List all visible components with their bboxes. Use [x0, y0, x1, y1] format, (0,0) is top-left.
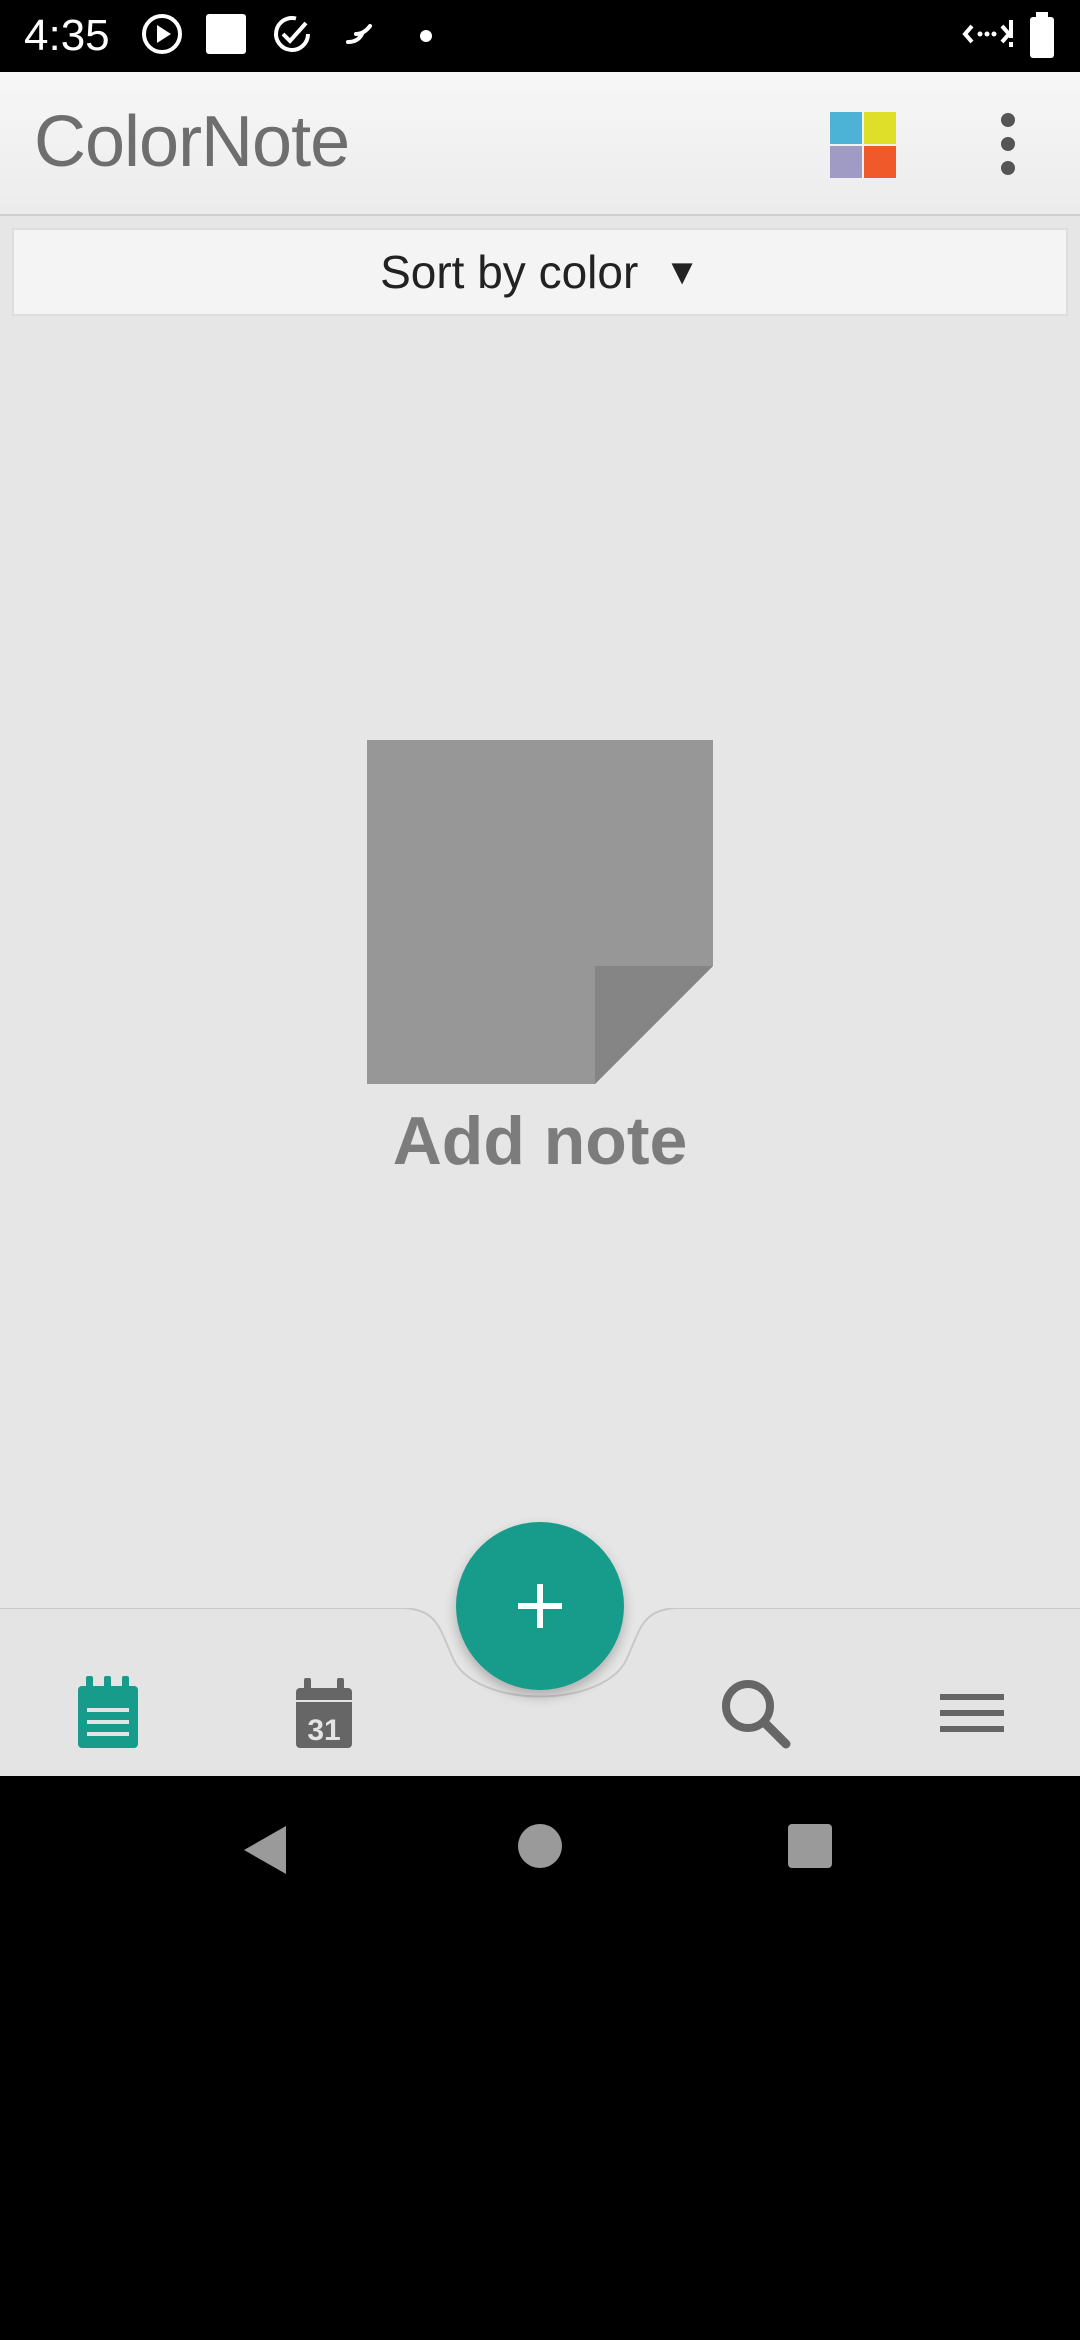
color-grid-icon — [830, 112, 896, 178]
logo-text: ColorNote — [34, 102, 349, 182]
search-tab[interactable] — [708, 1664, 804, 1760]
battery-icon — [1030, 12, 1054, 58]
status-time: 4:35 — [24, 11, 110, 60]
dropdown-arrow-icon: ▼ — [664, 251, 700, 292]
add-note-label: Add note — [392, 1103, 688, 1179]
menu-tab[interactable] — [924, 1664, 1020, 1760]
add-note-fab[interactable] — [456, 1522, 624, 1690]
check-circle-icon — [274, 16, 310, 52]
dot-icon — [420, 30, 432, 42]
home-icon[interactable] — [516, 1822, 564, 1870]
blank-note-icon — [367, 740, 713, 1084]
recents-icon[interactable] — [786, 1822, 834, 1870]
data-saver-icon — [962, 20, 1013, 47]
colornote-logo-image: ColorNote — [34, 102, 350, 182]
notes-tab[interactable] — [60, 1664, 156, 1760]
play-circle-icon — [142, 14, 182, 54]
sort-dropdown[interactable]: Sort by color ▼ — [12, 228, 1068, 316]
search-icon — [722, 1680, 791, 1749]
more-vert-icon — [1001, 113, 1015, 175]
color-filter-button[interactable] — [830, 112, 898, 180]
sort-label: Sort by color — [380, 246, 639, 298]
system-navigation-bar — [0, 1776, 1080, 1920]
colornote-logo: ColorNote — [34, 102, 404, 182]
back-icon[interactable] — [240, 1822, 290, 1878]
calendar-day: 31 — [307, 1714, 340, 1747]
calendar-icon: 31 — [296, 1678, 352, 1748]
add-note-button[interactable] — [367, 740, 713, 1084]
wind-icon — [346, 24, 372, 44]
app-screen: ColorNote Sort by color ▼ Add note 31 — [0, 72, 1080, 1776]
notes-icon — [78, 1676, 138, 1748]
more-options-button[interactable] — [980, 110, 1036, 182]
plus-icon — [518, 1584, 562, 1628]
menu-icon — [940, 1694, 1004, 1732]
white-square-icon — [206, 14, 246, 54]
calendar-tab[interactable]: 31 — [276, 1664, 372, 1760]
app-toolbar: ColorNote — [0, 72, 1080, 216]
status-bar: 4:35 — [0, 0, 1080, 72]
